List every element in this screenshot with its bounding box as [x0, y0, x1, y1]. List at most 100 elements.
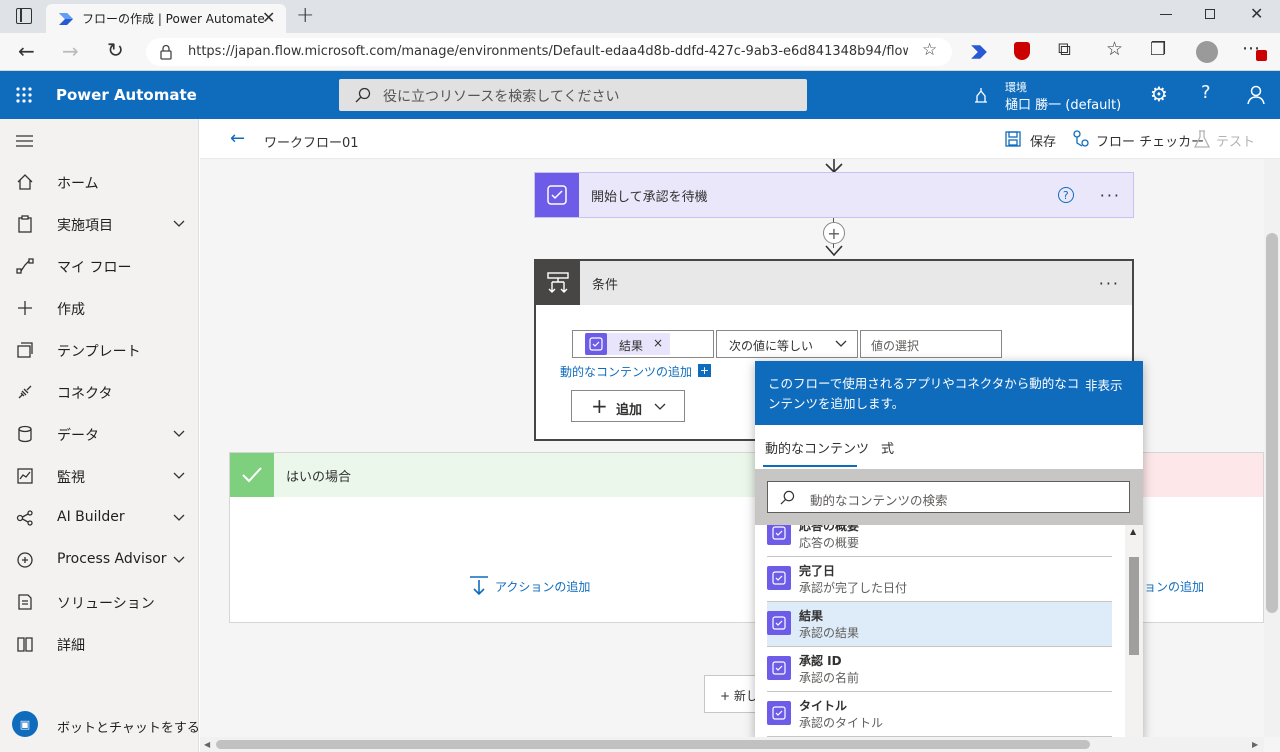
browser-tab-active[interactable]: フローの作成 | Power Automate ✕: [46, 4, 286, 33]
power-automate-extension-icon[interactable]: [970, 43, 988, 61]
token-remove-icon[interactable]: ×: [653, 336, 663, 350]
home-icon: [17, 174, 33, 190]
monitor-icon: [17, 468, 33, 484]
sidebar-item-template[interactable]: テンプレート: [0, 330, 199, 370]
scroll-up-icon[interactable]: ▲: [1130, 527, 1136, 536]
operator-select[interactable]: 次の値に等しい: [716, 330, 858, 358]
sidebar-item-database[interactable]: データ: [0, 414, 199, 454]
favorites-icon[interactable]: ☆: [1106, 38, 1123, 60]
new-step-label: + 新し: [720, 689, 758, 703]
no-branch-header[interactable]: [1140, 453, 1263, 497]
new-tab-icon[interactable]: +: [296, 3, 314, 28]
sidebar-item-label: ホーム: [57, 176, 99, 192]
chatbot-button[interactable]: ▣ ボットとチャットをする: [0, 707, 200, 743]
dynamic-content-item[interactable]: タイトル 承認のタイトル: [767, 692, 1112, 737]
horizontal-scrollbar[interactable]: ◀ ▶: [200, 737, 1264, 752]
condition-header[interactable]: 条件 ···: [536, 261, 1132, 305]
more-options-icon[interactable]: ···: [1099, 274, 1120, 293]
dynamic-content-item[interactable]: 応答の概要 応答の概要: [767, 525, 1112, 557]
dynamic-content-item[interactable]: 完了日 承認が完了した日付: [767, 557, 1112, 602]
search-icon: [355, 87, 371, 103]
collections-icon[interactable]: ❐: [1150, 39, 1166, 60]
dynamic-content-panel: このフローで使用されるアプリやコネクタから動的なコンテンツを追加します。 非表示…: [755, 361, 1143, 741]
sidebar-item-connector[interactable]: コネクタ: [0, 372, 199, 412]
chevron-down-icon: [654, 403, 666, 410]
environment-name[interactable]: 樋口 勝一 (default): [1005, 94, 1121, 113]
scroll-right-icon[interactable]: ▶: [1252, 740, 1258, 749]
sidebar-item-clipboard[interactable]: 実施項目: [0, 204, 199, 244]
sidebar-item-flow[interactable]: マイ フロー: [0, 246, 199, 286]
tab-dynamic-content[interactable]: 動的なコンテンツ: [765, 438, 869, 457]
settings-icon[interactable]: ⚙: [1150, 82, 1168, 106]
help-icon[interactable]: ?: [1201, 82, 1211, 103]
yes-branch-header[interactable]: はいの場合: [230, 453, 755, 497]
save-icon[interactable]: [1005, 131, 1021, 147]
help-circle-icon[interactable]: ?: [1057, 187, 1074, 203]
approval-token-icon: [767, 611, 791, 635]
flow-checker-icon[interactable]: [1072, 130, 1090, 148]
condition-value-input[interactable]: 値の選択: [860, 330, 1002, 358]
tab-close-icon[interactable]: ✕: [262, 8, 275, 27]
ublock-icon[interactable]: [1014, 42, 1030, 60]
account-icon[interactable]: [1247, 85, 1265, 105]
condition-left-operand[interactable]: 結果 ×: [572, 330, 714, 358]
scroll-thumb[interactable]: [1129, 557, 1139, 655]
horizontal-scroll-thumb[interactable]: [216, 740, 1090, 749]
sidebar-item-process-advisor[interactable]: Process Advisor: [0, 540, 199, 580]
flow-checker-button[interactable]: フロー チェッカー: [1096, 131, 1204, 150]
token-chip[interactable]: 結果 ×: [585, 333, 670, 355]
dynamic-search-input[interactable]: 動的なコンテンツの検索: [767, 481, 1130, 513]
resource-search-box[interactable]: 役に立つリソースを検索してください: [339, 79, 807, 111]
sidebar-item-home[interactable]: ホーム: [0, 162, 199, 202]
add-action-link-right[interactable]: ョンの追加: [1144, 578, 1204, 595]
tab-actions-icon[interactable]: [16, 8, 32, 24]
flow-name[interactable]: ワークフロー01: [264, 132, 359, 151]
minimize-icon[interactable]: [1160, 14, 1172, 15]
vertical-scrollbar[interactable]: [1264, 159, 1280, 737]
dynamic-content-link[interactable]: 動的なコンテンツの追加: [560, 363, 692, 380]
sidebar-item-monitor[interactable]: 監視: [0, 456, 199, 496]
insert-step-icon[interactable]: +: [823, 222, 845, 244]
dynamic-content-item[interactable]: 結果 承認の結果: [767, 602, 1112, 647]
approval-step-card[interactable]: 開始して承認を待機 ? ···: [534, 172, 1134, 218]
vertical-scroll-thumb[interactable]: [1266, 233, 1278, 613]
dynamic-content-plus-icon[interactable]: +: [698, 364, 711, 377]
chevron-down-icon[interactable]: [172, 511, 186, 525]
restore-icon[interactable]: [1205, 9, 1215, 19]
nav-collapse-icon[interactable]: [16, 135, 33, 147]
connector-arrow-icon: [825, 245, 843, 257]
tab-expression[interactable]: 式: [881, 438, 894, 457]
scroll-left-icon[interactable]: ◀: [204, 740, 210, 749]
chevron-down-icon[interactable]: [172, 217, 186, 231]
app-launcher-icon[interactable]: [15, 86, 33, 104]
sidebar-item-plus[interactable]: 作成: [0, 288, 199, 328]
app-name[interactable]: Power Automate: [56, 86, 197, 104]
save-button[interactable]: 保存: [1030, 131, 1056, 150]
token-label: 結果: [619, 339, 644, 353]
environment-icon: [975, 88, 987, 103]
add-condition-button[interactable]: + 追加: [571, 390, 685, 422]
profile-avatar[interactable]: [1196, 41, 1218, 63]
add-action-link[interactable]: アクションの追加: [495, 578, 590, 595]
more-options-icon[interactable]: ···: [1100, 186, 1121, 205]
forward-icon[interactable]: →: [62, 39, 79, 63]
back-arrow-icon[interactable]: ←: [230, 128, 245, 149]
app-header: Power Automate 役に立つリソースを検索してください 環境 樋口 勝…: [0, 71, 1280, 119]
sidebar-item-solution[interactable]: ソリューション: [0, 582, 199, 622]
panel-scrollbar[interactable]: ▲: [1125, 525, 1143, 741]
dynamic-content-item[interactable]: 承認 ID 承認の名前: [767, 647, 1112, 692]
extensions-icon[interactable]: ⧉: [1058, 39, 1071, 60]
sidebar-item-ai-builder[interactable]: AI Builder: [0, 498, 199, 538]
dynamic-item-title: タイトル: [799, 699, 848, 713]
back-icon[interactable]: ←: [18, 39, 35, 63]
window-close-icon[interactable]: ✕: [1250, 4, 1263, 23]
chevron-down-icon[interactable]: [172, 553, 186, 567]
panel-hide-link[interactable]: 非表示: [1085, 375, 1123, 394]
chevron-down-icon[interactable]: [172, 427, 186, 441]
sidebar-item-book[interactable]: 詳細: [0, 624, 199, 664]
chevron-down-icon[interactable]: [172, 469, 186, 483]
address-bar[interactable]: https://japan.flow.microsoft.com/manage/…: [146, 38, 952, 66]
refresh-icon[interactable]: ↻: [107, 38, 124, 62]
favorite-add-icon[interactable]: ☆: [922, 40, 937, 60]
add-action-icon[interactable]: [469, 576, 489, 596]
